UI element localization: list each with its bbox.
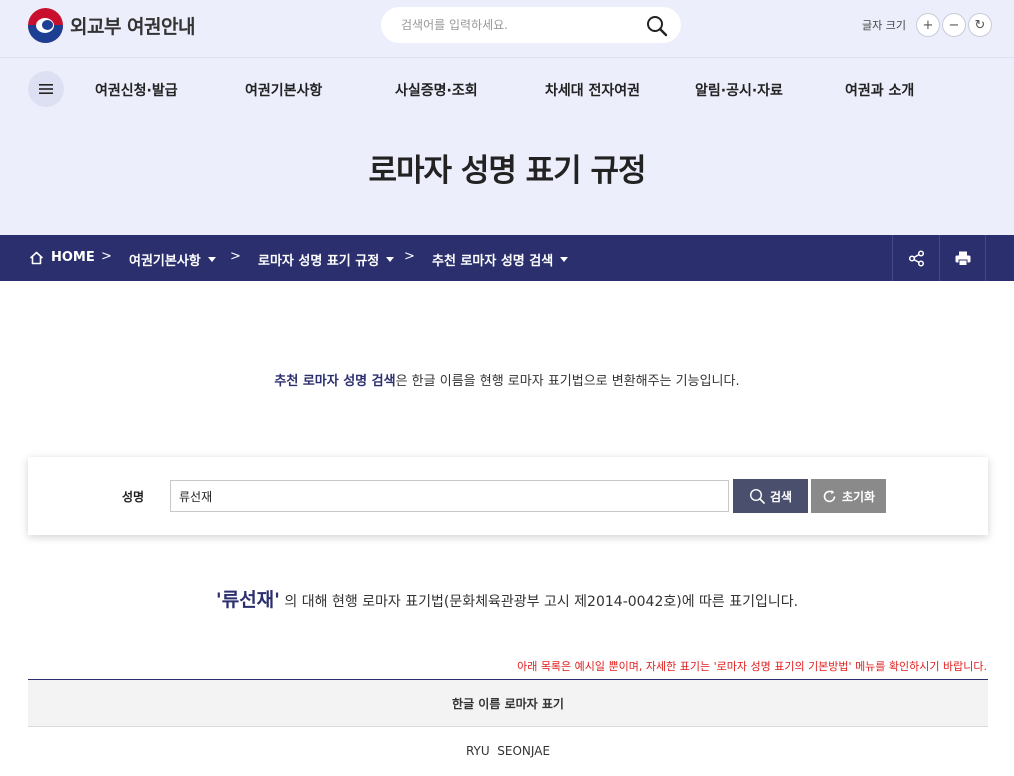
main-navigation: 여권신청·발급 여권기본사항 사실증명·조회 차세대 전자여권 알림·공시·자료…: [0, 59, 1014, 119]
refresh-icon: [823, 489, 836, 502]
reset-button-label: 초기화: [841, 489, 876, 504]
share-icon: [908, 249, 924, 267]
font-size-label: 글자 크기: [862, 19, 906, 32]
nav-item-passport-basics[interactable]: 여권기본사항: [245, 80, 322, 100]
intro-accent: 추천 로마자 성명 검색: [274, 374, 396, 389]
intro-text: 추천 로마자 성명 검색은 한글 이름을 현행 로마자 표기법으로 변환해주는 …: [0, 370, 1014, 389]
breadcrumb-level2[interactable]: 로마자 성명 표기 규정: [258, 250, 395, 269]
nav-item-notices[interactable]: 알림·공시·자료: [695, 80, 783, 100]
table-header: 한글 이름 로마자 표기: [28, 679, 988, 727]
site-logo[interactable]: 외교부 여권안내: [28, 8, 195, 43]
site-search-input[interactable]: [401, 15, 641, 35]
name-field-label: 성명: [122, 490, 145, 504]
print-icon: [955, 251, 970, 266]
result-body: 의 대해 현행 로마자 표기법(문화체육관광부 고시 제2014-0042호)에…: [279, 594, 799, 610]
taegeuk-emblem-icon: [28, 8, 63, 43]
table-row: RYU SEONJAE: [465, 744, 551, 758]
breadcrumb-level3[interactable]: 추천 로마자 성명 검색: [432, 250, 569, 269]
breadcrumb-level3-label: 추천 로마자 성명 검색: [432, 254, 554, 269]
print-button[interactable]: [939, 235, 986, 281]
magnifier-icon: [749, 488, 765, 504]
page-title: 로마자 성명 표기 규정: [368, 153, 646, 189]
chevron-right-icon: >: [230, 249, 241, 264]
breadcrumb-level1[interactable]: 여권기본사항: [129, 250, 216, 269]
breadcrumb-home-label: HOME: [51, 250, 95, 265]
intro-body: 은 한글 이름을 현행 로마자 표기법으로 변환해주는 기능입니다.: [395, 374, 740, 389]
nav-item-certification[interactable]: 사실증명·조회: [395, 80, 478, 100]
font-size-control: 글자 크기 + − ↻: [862, 13, 992, 37]
font-reset-button[interactable]: ↻: [967, 13, 992, 37]
breadcrumb-level1-label: 여권기본사항: [129, 254, 201, 269]
romanization-table: 한글 이름 로마자 표기 RYU SEONJAE: [28, 679, 988, 775]
caret-down-icon: [207, 257, 216, 262]
name-input[interactable]: [170, 480, 729, 512]
result-name: '류선재': [215, 589, 280, 611]
search-button-label: 검색: [769, 489, 793, 504]
breadcrumb-level2-label: 로마자 성명 표기 규정: [258, 254, 380, 269]
breadcrumb-home[interactable]: HOME: [29, 250, 95, 265]
nav-item-passport-application[interactable]: 여권신청·발급: [95, 80, 178, 100]
breadcrumb: HOME > 여권기본사항 > 로마자 성명 표기 규정 > 추천 로마자 성명…: [0, 235, 1014, 281]
font-decrease-button[interactable]: −: [941, 13, 966, 37]
hamburger-icon: [39, 84, 53, 94]
chevron-right-icon: >: [101, 249, 112, 264]
site-search: [381, 7, 681, 43]
share-button[interactable]: [892, 235, 939, 281]
result-description: '류선재' 의 대해 현행 로마자 표기법(문화체육관광부 고시 제2014-0…: [0, 585, 1014, 612]
caret-down-icon: [386, 257, 395, 262]
font-increase-button[interactable]: +: [915, 13, 940, 37]
name-search-form: 성명 검색 초기화: [28, 457, 988, 535]
result-notice: 아래 목록은 예시일 뿐이며, 자세한 표기는 '로마자 성명 표기의 기본방법…: [517, 660, 987, 673]
chevron-right-icon: >: [404, 249, 415, 264]
nav-item-about[interactable]: 여권과 소개: [845, 80, 914, 100]
home-icon: [29, 251, 44, 264]
site-header: 외교부 여권안내 글자 크기 + − ↻: [0, 0, 1014, 58]
search-icon[interactable]: [646, 15, 668, 37]
reset-button[interactable]: 초기화: [811, 479, 886, 513]
search-button[interactable]: 검색: [733, 479, 808, 513]
logo-text: 외교부 여권안내: [70, 16, 195, 38]
caret-down-icon: [560, 257, 569, 262]
hamburger-menu-button[interactable]: [28, 71, 64, 107]
nav-item-e-passport[interactable]: 차세대 전자여권: [545, 80, 640, 100]
